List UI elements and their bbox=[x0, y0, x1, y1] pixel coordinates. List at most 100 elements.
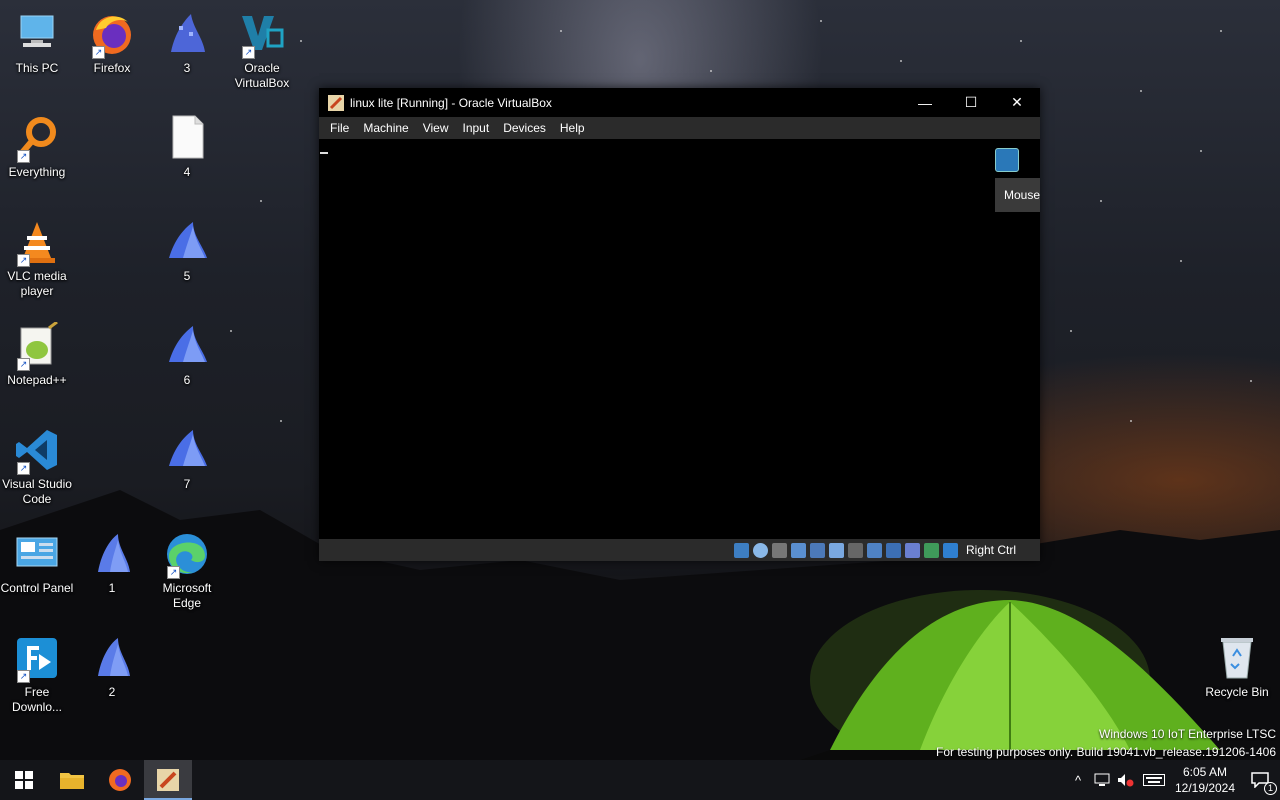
desktop-icon-label: Visual Studio Code bbox=[2, 477, 72, 506]
menu-help[interactable]: Help bbox=[553, 121, 592, 135]
virtualbox-app-icon bbox=[157, 769, 179, 791]
desktop-icon-virtualbox[interactable]: ↗ Oracle VirtualBox bbox=[225, 10, 299, 91]
download-manager-icon: ↗ bbox=[13, 634, 61, 683]
start-button[interactable] bbox=[0, 760, 48, 800]
edge-icon: ↗ bbox=[163, 530, 211, 579]
clock-date: 12/19/2024 bbox=[1174, 781, 1236, 795]
host-key-label: Right Ctrl bbox=[965, 543, 1016, 557]
notifications-button[interactable]: 1 bbox=[1240, 760, 1280, 800]
desktop-icon-label: 7 bbox=[183, 477, 191, 491]
desktop-icon-free-download[interactable]: ↗ Free Downlo... bbox=[0, 634, 74, 715]
desktop-icon-label: Oracle VirtualBox bbox=[234, 61, 290, 90]
desktop-icon-edge[interactable]: ↗ Microsoft Edge bbox=[150, 530, 224, 611]
audio-icon[interactable] bbox=[771, 542, 787, 558]
keyboard-icon[interactable] bbox=[1138, 760, 1170, 800]
mouse-integration-icon[interactable] bbox=[942, 542, 958, 558]
shortcut-arrow-icon: ↗ bbox=[17, 670, 30, 683]
folder-icon bbox=[60, 773, 84, 789]
usb-icon[interactable] bbox=[809, 542, 825, 558]
text-cursor bbox=[320, 152, 328, 154]
desktop-icon-label: 1 bbox=[108, 581, 116, 595]
tray-chevron-icon[interactable]: ^ bbox=[1066, 760, 1090, 800]
desktop-icon-label: 2 bbox=[108, 685, 116, 699]
blank-file-icon bbox=[163, 114, 211, 162]
desktop-icon-3[interactable]: 3 bbox=[150, 10, 224, 76]
desktop-icon-7[interactable]: 7 bbox=[150, 426, 224, 492]
desktop-icon-1[interactable]: 1 bbox=[75, 530, 149, 596]
control-panel-icon bbox=[13, 530, 61, 578]
desktop-icon-label: 6 bbox=[183, 373, 191, 387]
menu-devices[interactable]: Devices bbox=[496, 121, 553, 135]
cpu-icon[interactable] bbox=[904, 542, 920, 558]
recycle-bin-icon bbox=[1213, 634, 1261, 682]
menu-input[interactable]: Input bbox=[456, 121, 497, 135]
desktop-icon-vlc[interactable]: ↗ VLC media player bbox=[0, 218, 74, 299]
shortcut-arrow-icon: ↗ bbox=[92, 46, 105, 59]
guest-additions-icon[interactable] bbox=[923, 542, 939, 558]
display-icon[interactable] bbox=[866, 542, 882, 558]
maximize-button[interactable]: ☐ bbox=[948, 88, 994, 117]
window-title: linux lite [Running] - Oracle VirtualBox bbox=[350, 95, 552, 110]
clock[interactable]: 6:05 AM 12/19/2024 bbox=[1170, 764, 1240, 796]
desktop-icon-label: VLC media player bbox=[7, 269, 67, 298]
taskbar-firefox[interactable] bbox=[96, 760, 144, 800]
mouse-notification[interactable]: Mouse bbox=[995, 178, 1040, 212]
virtualbox-icon: ↗ bbox=[238, 10, 286, 59]
system-tray: ^ 6:05 AM 12/19/2024 1 bbox=[1066, 760, 1280, 800]
desktop-icon-label: Microsoft Edge bbox=[162, 581, 212, 610]
menu-file[interactable]: File bbox=[323, 121, 356, 135]
volume-muted-icon[interactable] bbox=[1114, 760, 1138, 800]
windows-logo-icon bbox=[15, 771, 33, 789]
desktop-icon-this-pc[interactable]: This PC bbox=[0, 10, 74, 76]
notification-count: 1 bbox=[1264, 782, 1277, 795]
desktop-icon-notepadpp[interactable]: ↗ Notepad++ bbox=[0, 322, 74, 388]
window-titlebar[interactable]: linux lite [Running] - Oracle VirtualBox… bbox=[319, 88, 1040, 117]
desktop-icon-2[interactable]: 2 bbox=[75, 634, 149, 700]
recording-icon[interactable] bbox=[885, 542, 901, 558]
clock-time: 6:05 AM bbox=[1182, 765, 1228, 779]
optical-drive-icon[interactable] bbox=[752, 542, 768, 558]
network-tray-icon[interactable] bbox=[1090, 760, 1114, 800]
vm-display[interactable] bbox=[319, 139, 989, 536]
shark-file-icon bbox=[88, 634, 136, 682]
desktop-icon-label: Firefox bbox=[93, 61, 131, 75]
menu-machine[interactable]: Machine bbox=[356, 121, 415, 135]
desktop-icon-4[interactable]: 4 bbox=[150, 114, 224, 180]
taskbar: ^ 6:05 AM 12/19/2024 1 bbox=[0, 760, 1280, 800]
desktop-icon-label: This PC bbox=[15, 61, 59, 75]
desktop-icon-6[interactable]: 6 bbox=[150, 322, 224, 388]
shortcut-arrow-icon: ↗ bbox=[17, 462, 30, 475]
taskbar-file-explorer[interactable] bbox=[48, 760, 96, 800]
desktop-icon-vscode[interactable]: ↗ Visual Studio Code bbox=[0, 426, 74, 507]
shortcut-arrow-icon: ↗ bbox=[242, 46, 255, 59]
shared-folders-icon[interactable] bbox=[828, 542, 844, 558]
network-icon[interactable] bbox=[790, 542, 806, 558]
shark-file-icon bbox=[163, 218, 211, 266]
close-button[interactable]: ✕ bbox=[994, 88, 1040, 117]
desktop-icon-everything[interactable]: ↗ Everything bbox=[0, 114, 74, 180]
shortcut-arrow-icon: ↗ bbox=[17, 254, 30, 267]
shortcut-arrow-icon: ↗ bbox=[167, 566, 180, 579]
shark-file-icon bbox=[163, 426, 211, 474]
desktop-icon-control-panel[interactable]: Control Panel bbox=[0, 530, 74, 596]
desktop-icon-label: 5 bbox=[183, 269, 191, 283]
desktop-icon-label: 4 bbox=[183, 165, 191, 179]
status-bar: Right Ctrl bbox=[319, 539, 1040, 561]
menu-view[interactable]: View bbox=[416, 121, 456, 135]
desktop-icon-label: Everything bbox=[8, 165, 66, 179]
virtualbox-window[interactable]: linux lite [Running] - Oracle VirtualBox… bbox=[319, 88, 1040, 561]
vscode-icon: ↗ bbox=[13, 426, 61, 475]
harddisk-icon[interactable] bbox=[733, 542, 749, 558]
menu-bar: File Machine View Input Devices Help bbox=[319, 117, 1040, 139]
desktop-icon-label: Free Downlo... bbox=[11, 685, 63, 714]
minimize-button[interactable]: — bbox=[902, 88, 948, 117]
firefox-icon bbox=[109, 769, 131, 791]
drag-drop-icon[interactable] bbox=[847, 542, 863, 558]
desktop-icon-recycle-bin[interactable]: Recycle Bin bbox=[1200, 634, 1274, 700]
virtualbox-app-icon bbox=[328, 94, 344, 111]
info-icon[interactable] bbox=[995, 148, 1019, 172]
desktop-icon-5[interactable]: 5 bbox=[150, 218, 224, 284]
desktop-icon-firefox[interactable]: ↗ Firefox bbox=[75, 10, 149, 76]
taskbar-virtualbox[interactable] bbox=[144, 760, 192, 800]
shortcut-arrow-icon: ↗ bbox=[17, 150, 30, 163]
